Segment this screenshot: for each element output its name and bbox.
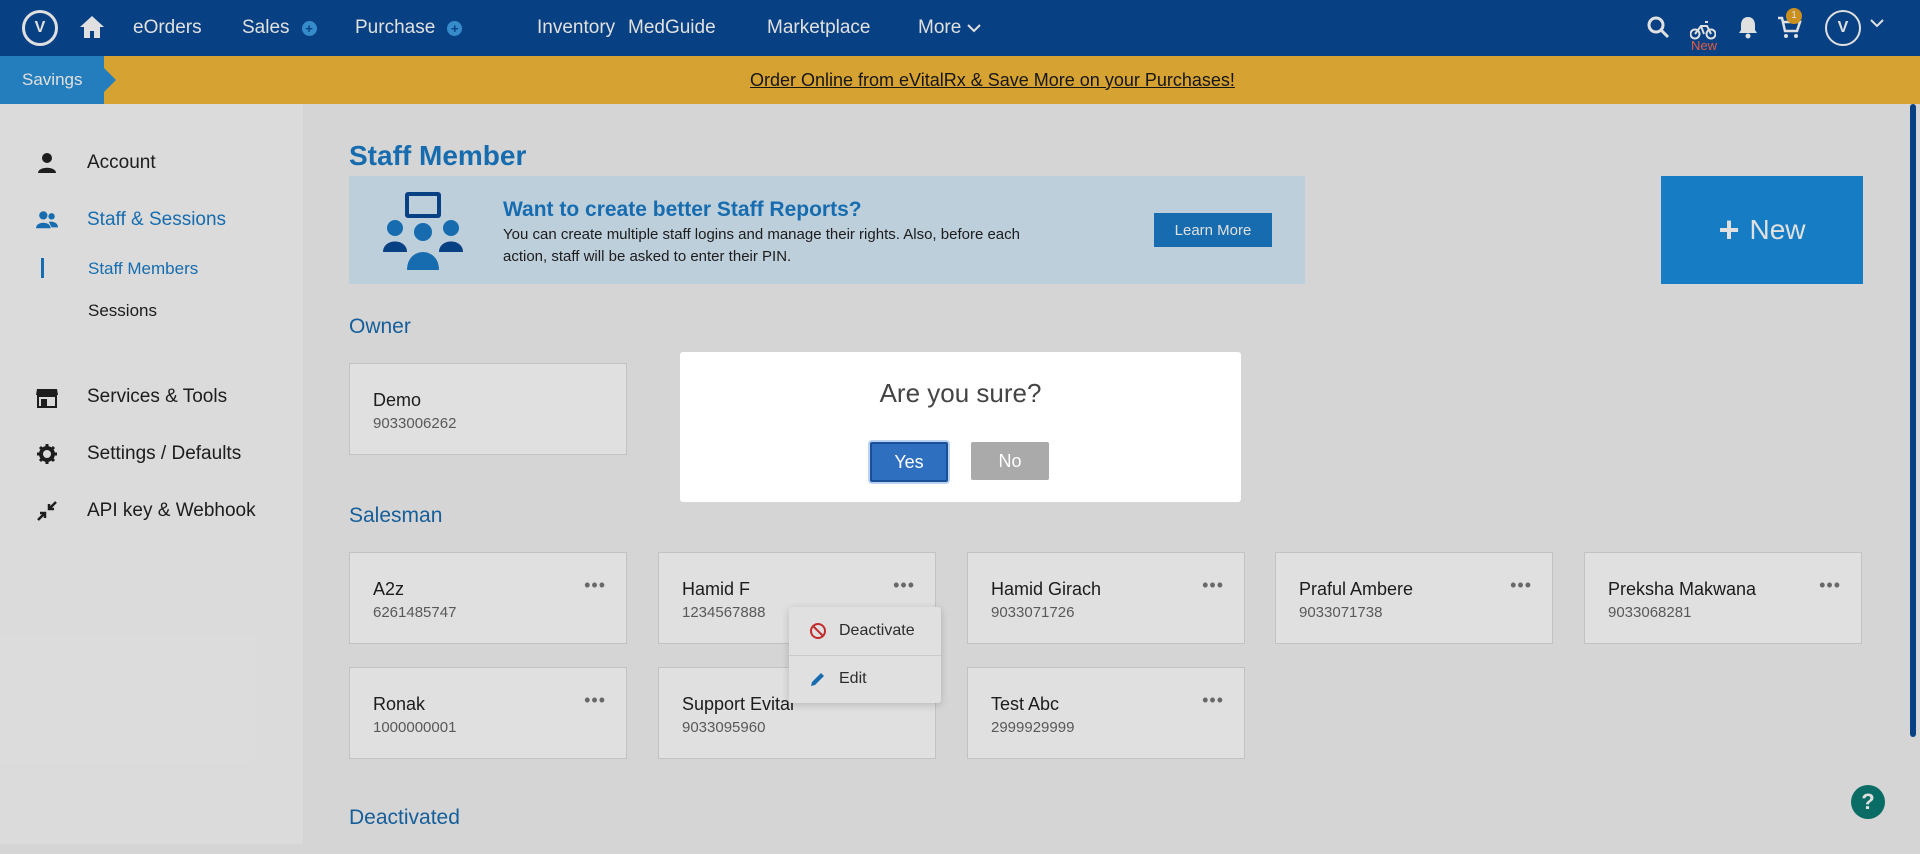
- confirm-dialog: Are you sure? Yes No: [680, 352, 1241, 502]
- confirm-title: Are you sure?: [879, 378, 1042, 408]
- yes-button[interactable]: Yes: [870, 442, 948, 482]
- no-button[interactable]: No: [971, 442, 1049, 480]
